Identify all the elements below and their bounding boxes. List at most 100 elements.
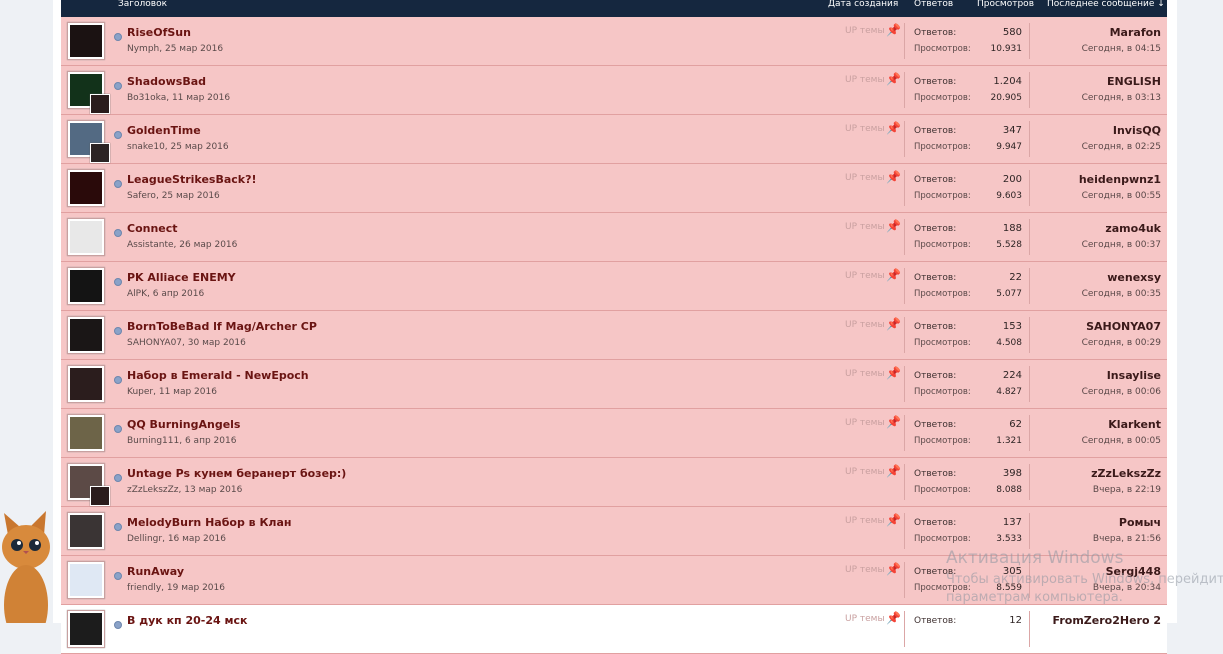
unread-marker-icon[interactable] — [114, 180, 122, 188]
replies-count: 153 — [1002, 321, 1022, 332]
avatar[interactable] — [67, 414, 105, 452]
thread-author-link[interactable]: Assistante — [127, 240, 174, 250]
up-thread-link[interactable]: UP темы — [845, 124, 885, 134]
last-poster-link[interactable]: FromZero2Hero 2 — [1053, 614, 1161, 627]
thread-title-link[interactable]: RiseOfSun — [127, 26, 191, 39]
avatar[interactable] — [67, 512, 105, 550]
avatar[interactable] — [67, 365, 105, 403]
up-thread-link[interactable]: UP темы — [845, 418, 885, 428]
last-post-time-link[interactable]: Сегодня, в 04:15 — [1082, 44, 1161, 54]
avatar[interactable] — [67, 561, 105, 599]
last-post-time-link[interactable]: Вчера, в 22:19 — [1093, 485, 1161, 495]
unread-marker-icon[interactable] — [114, 572, 122, 580]
last-poster-avatar[interactable] — [90, 486, 110, 506]
thread-title-link[interactable]: В дук кп 20-24 мск — [127, 614, 247, 627]
last-poster-link[interactable]: Klarkent — [1108, 418, 1161, 431]
sort-created[interactable]: Дата создания — [828, 0, 898, 10]
unread-marker-icon[interactable] — [114, 229, 122, 237]
avatar[interactable] — [67, 120, 110, 163]
thread-title-link[interactable]: GoldenTime — [127, 124, 201, 137]
last-poster-link[interactable]: ENGLISH — [1107, 75, 1161, 88]
thread-author-link[interactable]: Safero — [127, 191, 156, 201]
thread-title-link[interactable]: LeagueStrikesBack?! — [127, 173, 257, 186]
last-poster-link[interactable]: zZzLekszZz — [1091, 467, 1161, 480]
avatar[interactable] — [67, 610, 105, 648]
avatar[interactable] — [67, 22, 105, 60]
up-thread-link[interactable]: UP темы — [845, 565, 885, 575]
unread-marker-icon[interactable] — [114, 474, 122, 482]
thread-author-link[interactable]: snake10 — [127, 142, 165, 152]
thread-title-link[interactable]: Untage Ps кунем беранерт бозер:) — [127, 467, 346, 480]
thread-author-link[interactable]: zZzLekszZz — [127, 485, 179, 495]
thread-author-link[interactable]: friendly — [127, 583, 161, 593]
thread-title-link[interactable]: PK Alliace ENEMY — [127, 271, 236, 284]
thread-author-link[interactable]: Dellingr — [127, 534, 162, 544]
sort-replies[interactable]: Ответов — [914, 0, 953, 10]
last-poster-link[interactable]: Ромыч — [1119, 516, 1161, 529]
last-poster-avatar[interactable] — [90, 143, 110, 163]
thread-author-link[interactable]: SAHONYA07 — [127, 338, 182, 348]
last-post-time-link[interactable]: Сегодня, в 00:06 — [1082, 387, 1161, 397]
thread-date: 25 мар 2016 — [161, 191, 220, 201]
thread-title-link[interactable]: BornToBeBad lf Mag/Archer CP — [127, 320, 317, 333]
thread-title-link[interactable]: RunAway — [127, 565, 184, 578]
thread-title-link[interactable]: QQ BurningAngels — [127, 418, 240, 431]
last-post-time-link[interactable]: Сегодня, в 00:37 — [1082, 240, 1161, 250]
thread-title-link[interactable]: MelodyBurn Набор в Клан — [127, 516, 292, 529]
up-thread-link[interactable]: UP темы — [845, 173, 885, 183]
unread-marker-icon[interactable] — [114, 131, 122, 139]
up-thread-link[interactable]: UP темы — [845, 26, 885, 36]
up-thread-link[interactable]: UP темы — [845, 75, 885, 85]
up-thread-link[interactable]: UP темы — [845, 467, 885, 477]
last-poster-link[interactable]: InvisQQ — [1113, 124, 1161, 137]
sort-last-post[interactable]: Последнее сообщение ↓ — [1047, 0, 1165, 10]
up-thread-link[interactable]: UP темы — [845, 516, 885, 526]
thread-author-link[interactable]: Burning111 — [127, 436, 179, 446]
last-poster-link[interactable]: zamo4uk — [1105, 222, 1161, 235]
unread-marker-icon[interactable] — [114, 82, 122, 90]
thread-author-link[interactable]: Nymph — [127, 44, 159, 54]
avatar[interactable] — [67, 71, 110, 114]
up-thread-link[interactable]: UP темы — [845, 271, 885, 281]
unread-marker-icon[interactable] — [114, 376, 122, 384]
sort-views[interactable]: Просмотров — [977, 0, 1034, 10]
thread-author-link[interactable]: Kuper — [127, 387, 153, 397]
last-poster-link[interactable]: SAHONYA07 — [1086, 320, 1161, 333]
thread-title-link[interactable]: ShadowsBad — [127, 75, 206, 88]
last-post-time-link[interactable]: Сегодня, в 00:35 — [1082, 289, 1161, 299]
unread-marker-icon[interactable] — [114, 278, 122, 286]
last-poster-link[interactable]: heidenpwnz1 — [1079, 173, 1161, 186]
replies-count: 200 — [1002, 174, 1022, 185]
last-post-time-link[interactable]: Сегодня, в 00:55 — [1082, 191, 1161, 201]
last-post-time-link[interactable]: Вчера, в 21:56 — [1093, 534, 1161, 544]
unread-marker-icon[interactable] — [114, 327, 122, 335]
last-poster-link[interactable]: Marafon — [1110, 26, 1161, 39]
up-thread-link[interactable]: UP темы — [845, 222, 885, 232]
pin-icon: 📌 — [886, 219, 901, 233]
last-post-time-link[interactable]: Сегодня, в 00:29 — [1082, 338, 1161, 348]
avatar[interactable] — [67, 316, 105, 354]
unread-marker-icon[interactable] — [114, 33, 122, 41]
last-poster-link[interactable]: wenexsy — [1107, 271, 1161, 284]
thread-title-link[interactable]: Набор в Emerald - NewEpoch — [127, 369, 309, 382]
unread-marker-icon[interactable] — [114, 425, 122, 433]
thread-author-link[interactable]: Bo31oka — [127, 93, 166, 103]
last-post-time-link[interactable]: Сегодня, в 00:05 — [1082, 436, 1161, 446]
unread-marker-icon[interactable] — [114, 621, 122, 629]
last-post-time-link[interactable]: Сегодня, в 03:13 — [1082, 93, 1161, 103]
thread-title-link[interactable]: Connect — [127, 222, 178, 235]
thread-date: 19 мар 2016 — [166, 583, 225, 593]
avatar[interactable] — [67, 218, 105, 256]
cat-mascot-image — [2, 511, 50, 623]
last-poster-avatar[interactable] — [90, 94, 110, 114]
last-post-time-link[interactable]: Сегодня, в 02:25 — [1082, 142, 1161, 152]
sort-title[interactable]: Заголовок — [118, 0, 167, 10]
avatar[interactable] — [67, 267, 105, 305]
up-thread-link[interactable]: UP темы — [845, 369, 885, 379]
up-thread-link[interactable]: UP темы — [845, 320, 885, 330]
unread-marker-icon[interactable] — [114, 523, 122, 531]
thread-author-link[interactable]: AlPK — [127, 289, 147, 299]
avatar[interactable] — [67, 169, 105, 207]
last-poster-link[interactable]: Insaylise — [1107, 369, 1161, 382]
avatar[interactable] — [67, 463, 110, 506]
